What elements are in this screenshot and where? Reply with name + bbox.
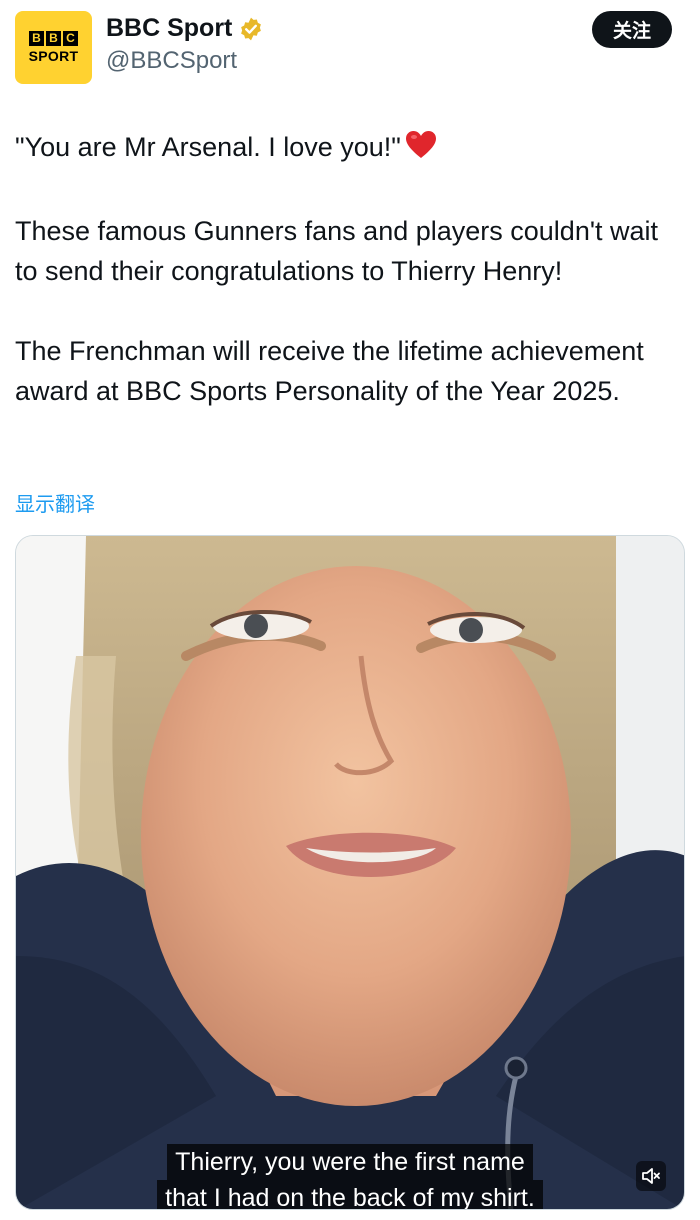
heart-icon (405, 130, 437, 171)
bbc-logo-letter: B (46, 31, 61, 46)
bbc-logo-letter: B (29, 31, 44, 46)
follow-button[interactable]: 关注 (592, 11, 672, 48)
video-subtitle: Thierry, you were the first name that I … (16, 1144, 684, 1209)
user-handle[interactable]: @BBCSport (106, 47, 237, 75)
tweet-quote-text: "You are Mr Arsenal. I love you!" (15, 132, 401, 162)
video-player[interactable]: Thierry, you were the first name that I … (15, 535, 685, 1210)
show-translation-link[interactable]: 显示翻译 (15, 488, 95, 517)
tweet-paragraph-2: These famous Gunners fans and players co… (15, 216, 659, 286)
tweet-paragraph-3: The Frenchman will receive the lifetime … (15, 336, 644, 406)
speaker-muted-icon[interactable] (636, 1161, 666, 1191)
gold-verified-badge-icon[interactable] (238, 16, 264, 42)
subtitle-line-2: that I had on the back of my shirt. (157, 1180, 543, 1209)
display-name[interactable]: BBC Sport (106, 14, 264, 43)
subtitle-line-1: Thierry, you were the first name (167, 1144, 533, 1180)
tweet-card: B B C SPORT BBC Sport @BBCSport 关注 "You … (0, 0, 700, 1220)
bbc-logo-sport: SPORT (28, 48, 79, 64)
display-name-text: BBC Sport (106, 14, 233, 42)
avatar[interactable]: B B C SPORT (15, 11, 92, 84)
bbc-logo-letter: C (63, 31, 78, 46)
tweet-text: "You are Mr Arsenal. I love you!" These … (15, 127, 685, 411)
video-frame (16, 536, 684, 1209)
tweet-quote-line: "You are Mr Arsenal. I love you!" (15, 127, 685, 171)
bbc-logo-blocks: B B C (29, 31, 78, 46)
